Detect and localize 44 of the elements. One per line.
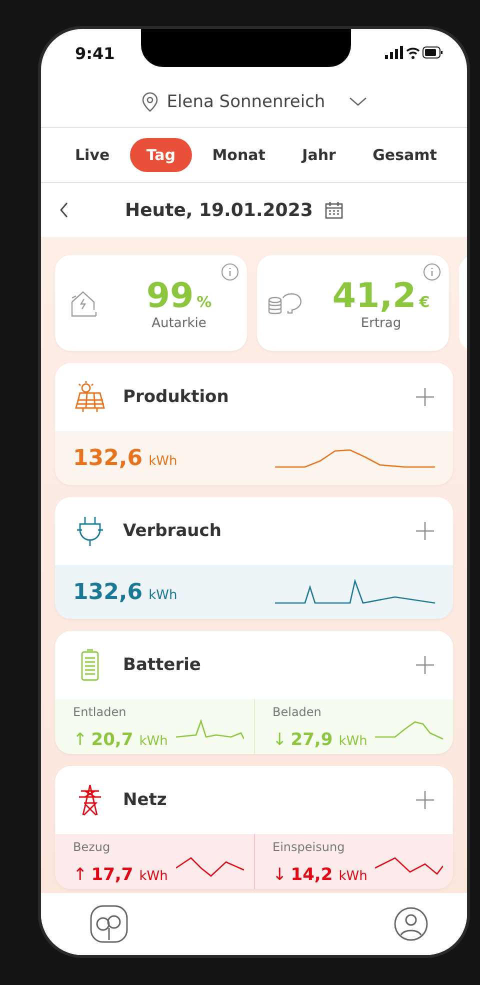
period-tab[interactable]: Live xyxy=(59,138,126,172)
period-tab[interactable]: Gesamt xyxy=(356,138,453,172)
status-icons-drawing xyxy=(385,46,443,60)
status-time: 9:41 xyxy=(75,44,115,62)
solar-panel-icon xyxy=(73,380,107,414)
info-icon[interactable] xyxy=(221,263,239,281)
energy-card[interactable]: Produktion 132,6 kWh xyxy=(55,363,453,485)
location-name[interactable]: Elena Sonnenreich xyxy=(166,92,326,112)
info-icon[interactable] xyxy=(423,263,441,281)
split-label: Beladen xyxy=(272,705,322,719)
energy-value: 132,6 kWh xyxy=(73,580,178,604)
period-tab[interactable]: Monat xyxy=(196,138,282,172)
plus-icon[interactable] xyxy=(415,387,435,407)
profile-nav-button[interactable] xyxy=(393,906,429,942)
split-label: Entladen xyxy=(73,705,128,719)
split-label: Bezug xyxy=(73,840,112,854)
split-value: ↑ 17,7 kWh xyxy=(73,865,169,885)
split-label: Einspeisung xyxy=(272,840,346,854)
kpi-label: Autarkie xyxy=(152,316,206,330)
date-title: Heute, 19.01.2023 xyxy=(125,200,313,220)
plus-icon[interactable] xyxy=(415,521,435,541)
split-value: ↓ 14,2 kWh xyxy=(272,865,368,885)
plus-icon[interactable] xyxy=(415,790,435,810)
logo-nav-button[interactable] xyxy=(89,904,129,944)
calendar-icon[interactable] xyxy=(324,201,343,219)
card-title: Netz xyxy=(123,790,168,810)
period-tab[interactable]: Tag xyxy=(130,138,192,172)
plus-icon[interactable] xyxy=(415,655,435,675)
kpi-value: 99% xyxy=(146,276,212,316)
energy-card[interactable]: Netz Bezug ↑ 17,7 kWh Einspeisung ↓ 14,2 kWh xyxy=(55,766,453,889)
split-value: ↓ 27,9 kWh xyxy=(272,730,368,750)
energy-card[interactable]: Verbrauch 132,6 kWh xyxy=(55,497,453,619)
kpi-label: Ertrag xyxy=(360,316,402,330)
energy-card[interactable]: Batterie Entladen ↑ 20,7 kWh Beladen ↓ 27,9 kWh xyxy=(55,631,453,754)
card-title: Batterie xyxy=(123,655,202,675)
card-title: Produktion xyxy=(123,387,230,407)
energy-value: 132,6 kWh xyxy=(73,446,178,470)
chevron-down-icon[interactable] xyxy=(349,97,368,107)
split-value: ↑ 20,7 kWh xyxy=(73,730,169,750)
kpi-value: 41,2€ xyxy=(332,276,430,316)
period-tab[interactable]: Jahr xyxy=(286,138,352,172)
location-pin-icon xyxy=(140,92,159,112)
card-title: Verbrauch xyxy=(123,521,222,541)
back-chevron-icon[interactable] xyxy=(59,202,69,218)
